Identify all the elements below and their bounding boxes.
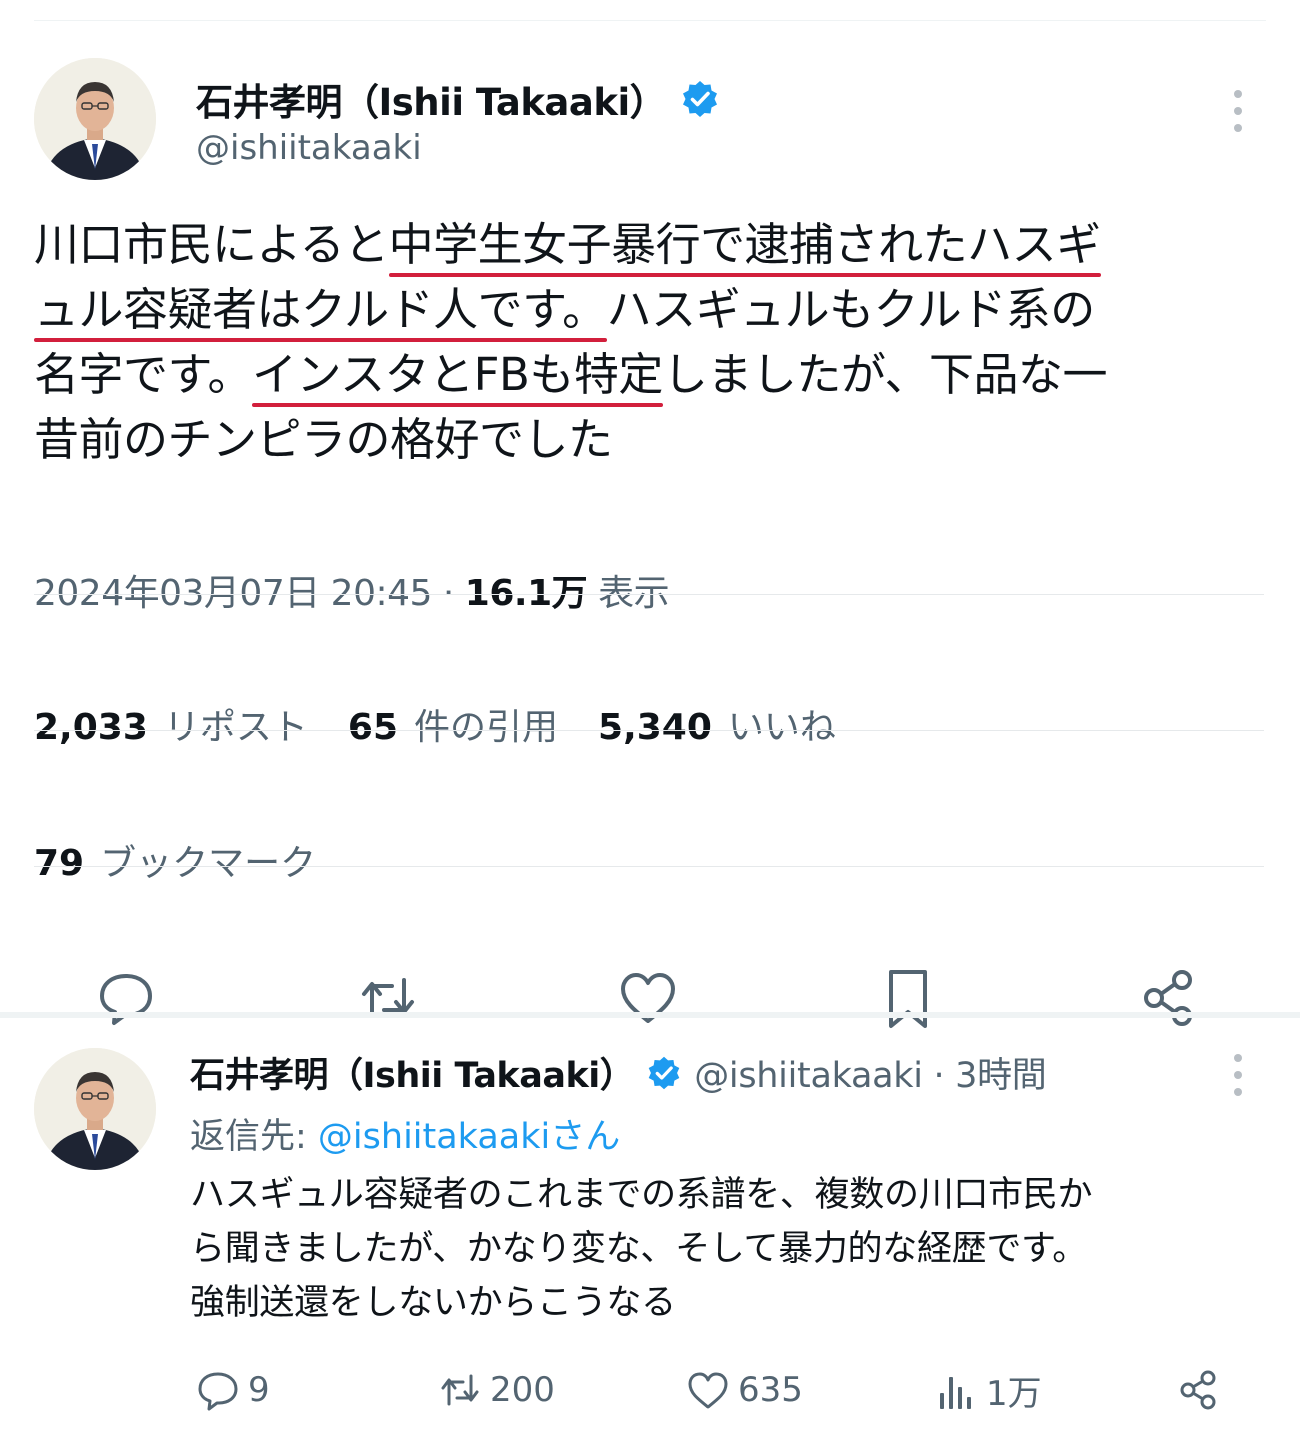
quote-count: 65 (347, 707, 398, 748)
reply-icon[interactable] (92, 964, 160, 1032)
like-label: いいね (727, 707, 836, 748)
tweet-text: 川口市民によると中学生女子暴行で逮捕されたハスギ ュル容疑者はクルド人です。ハス… (34, 212, 1249, 472)
verified-badge-icon (646, 1055, 682, 1091)
avatar-photo (34, 1048, 156, 1170)
like-stat[interactable]: 5,340 いいね (598, 698, 836, 750)
retweet-icon[interactable] (354, 964, 422, 1032)
text-segment: ハスギュルもクルド系の (606, 283, 1096, 336)
highlighted-text: ュル容疑者はクルド人です。 (34, 283, 607, 336)
reply-text-line: ハスギュル容疑者のこれまでの系譜を、複数の川口市民か (190, 1175, 1093, 1215)
like-count: 5,340 (598, 707, 712, 748)
retweet-stat[interactable]: 2,033 リポスト (34, 698, 308, 750)
reply-button[interactable]: 9 (194, 1366, 270, 1414)
reply-text-line: ら聞きましたが、かなり変な、そして暴力的な経歴です。 (190, 1229, 1087, 1269)
bookmark-stat[interactable]: 79 ブックマーク (34, 834, 316, 886)
avatar[interactable] (34, 58, 156, 180)
avatar-photo (34, 58, 156, 180)
reply-avatar[interactable] (34, 1048, 156, 1170)
text-segment: 川口市民によると (34, 218, 389, 271)
bookmark-label: ブックマーク (100, 843, 317, 884)
views-count: 1万 (986, 1374, 1042, 1414)
reply-text-line: 強制送還をしないからこうなる (190, 1283, 676, 1323)
retweet-icon (441, 1374, 479, 1406)
quote-stat[interactable]: 65 件の引用 (348, 698, 558, 750)
replying-to: 返信先: @ishiitakaakiさん (190, 1108, 620, 1159)
replying-to-link[interactable]: @ishiitakaakiさん (318, 1117, 620, 1157)
top-divider (34, 20, 1266, 21)
text-segment: しましたが、下品な一 (662, 348, 1108, 401)
share-icon (1180, 1370, 1216, 1410)
replying-prefix: 返信先: (190, 1117, 318, 1157)
reply-count: 9 (248, 1370, 270, 1410)
share-button[interactable] (1174, 1366, 1222, 1414)
reply-icon (198, 1372, 238, 1411)
verified-badge-icon (680, 79, 720, 119)
author-name[interactable]: 石井孝明（Ishii Takaaki） (196, 72, 667, 126)
text-segment: 名字です。 (34, 348, 253, 401)
reply-handle-time[interactable]: @ishiitakaaki · 3時間 (694, 1047, 1047, 1098)
retweet-label: リポスト (163, 707, 308, 748)
like-icon[interactable] (614, 964, 682, 1032)
views-button[interactable]: 1万 (932, 1366, 1042, 1415)
tweet-actions (34, 964, 1264, 1034)
bookmark-icon[interactable] (874, 964, 942, 1032)
divider (34, 866, 1264, 867)
tweet-meta: 2024年03月07日 20:45 · 16.1万 表示 (34, 564, 670, 616)
reply-actions: 9 200 635 1万 (190, 1366, 1230, 1422)
text-segment: 昔前のチンピラの格好でした (34, 413, 613, 466)
bookmark-count: 79 (34, 843, 85, 884)
retweet-count: 2,033 (34, 707, 148, 748)
divider (34, 730, 1264, 731)
more-options-icon[interactable] (1232, 90, 1244, 132)
divider (34, 594, 1264, 595)
more-options-icon[interactable] (1232, 1054, 1244, 1096)
like-button[interactable]: 635 (684, 1366, 803, 1414)
reply-author-name[interactable]: 石井孝明（Ishii Takaaki） (190, 1047, 635, 1098)
quote-label: 件の引用 (414, 707, 559, 748)
views-icon (940, 1376, 971, 1409)
retweet-count: 200 (490, 1370, 555, 1410)
reply-text: ハスギュル容疑者のこれまでの系譜を、複数の川口市民か ら聞きましたが、かなり変な… (190, 1168, 1270, 1330)
like-icon (688, 1372, 728, 1409)
share-icon[interactable] (1134, 964, 1202, 1032)
highlighted-text: インスタとFBも特定 (252, 348, 663, 401)
engagement-stats: 2,033 リポスト 65 件の引用 5,340 いいね (34, 698, 836, 750)
like-count: 635 (738, 1370, 803, 1410)
retweet-button[interactable]: 200 (436, 1366, 555, 1414)
tweet-separator (0, 1012, 1300, 1018)
highlighted-text: 中学生女子暴行で逮捕されたハスギ (388, 218, 1102, 271)
author-handle[interactable]: @ishiitakaaki (196, 128, 422, 168)
